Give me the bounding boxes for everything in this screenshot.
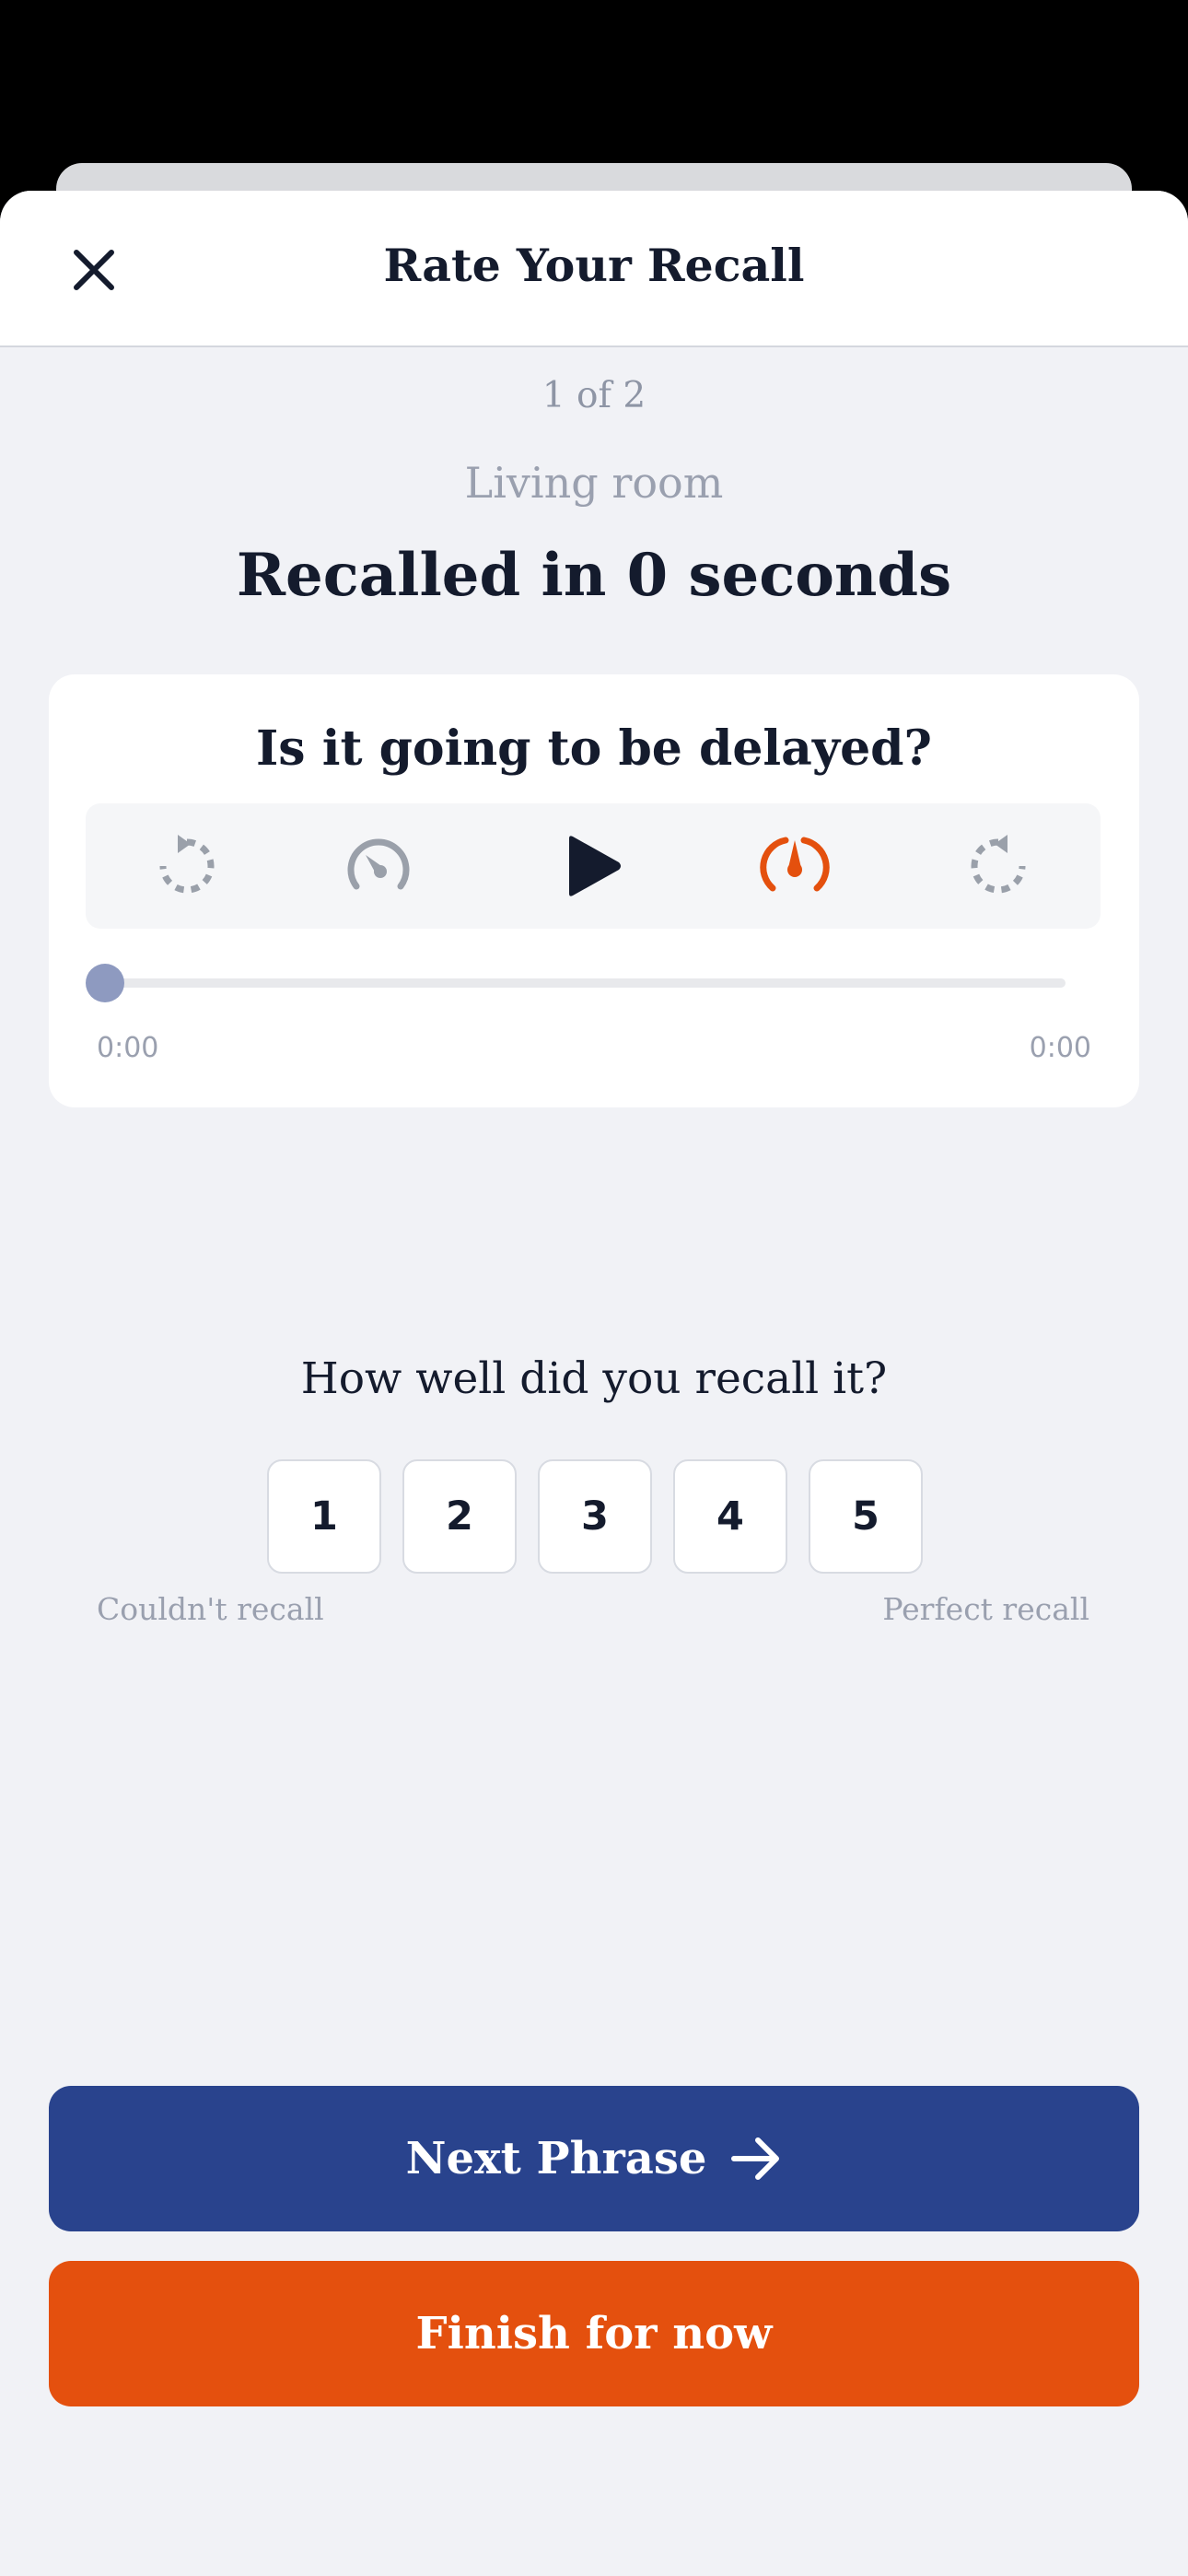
rating-question: How well did you recall it? — [300, 1353, 888, 1404]
forward-icon — [971, 835, 1026, 894]
audio-player-card: Is it going to be delayed? 0:00 0:00 — [49, 674, 1139, 1107]
play-icon — [569, 836, 621, 896]
rating-button-1[interactable]: 1 — [267, 1459, 381, 1574]
next-phrase-button[interactable]: Next Phrase — [49, 2086, 1139, 2231]
header: Rate Your Recall — [0, 191, 1188, 347]
rating-button-3[interactable]: 3 — [538, 1459, 652, 1574]
rating-button-2[interactable]: 2 — [402, 1459, 517, 1574]
total-time: 0:00 — [1029, 1032, 1091, 1064]
rating-button-4[interactable]: 4 — [673, 1459, 787, 1574]
finish-button[interactable]: Finish for now — [49, 2261, 1139, 2406]
normal-speed-button[interactable] — [732, 803, 857, 929]
rewind-button[interactable] — [124, 803, 250, 929]
scale-high-label: Perfect recall — [882, 1591, 1089, 1627]
rewind-icon — [159, 835, 215, 894]
progress-track[interactable] — [104, 978, 1066, 988]
recall-time-heading: Recalled in 0 seconds — [236, 541, 952, 610]
progress-thumb[interactable] — [86, 964, 124, 1002]
elapsed-time: 0:00 — [97, 1032, 159, 1064]
rate-recall-sheet: Rate Your Recall 1 of 2 Living room Reca… — [0, 191, 1188, 2576]
finish-label: Finish for now — [415, 2308, 773, 2359]
speedometer-icon — [347, 838, 410, 890]
progress-indicator: 1 of 2 — [542, 375, 646, 416]
next-phrase-label: Next Phrase — [405, 2133, 707, 2184]
forward-button[interactable] — [936, 803, 1061, 929]
slow-speed-button[interactable] — [316, 803, 441, 929]
phrase-label: Living room — [464, 458, 724, 508]
player-controls — [86, 803, 1101, 929]
scale-low-label: Couldn't recall — [97, 1591, 324, 1627]
rating-options: 1 2 3 4 5 — [267, 1459, 923, 1574]
play-button[interactable] — [530, 803, 656, 929]
arrow-right-icon — [731, 2137, 780, 2180]
rating-button-5[interactable]: 5 — [809, 1459, 923, 1574]
page-title: Rate Your Recall — [383, 239, 805, 292]
phrase-question: Is it going to be delayed? — [255, 720, 933, 777]
speed-gauge-active-icon — [760, 837, 830, 892]
